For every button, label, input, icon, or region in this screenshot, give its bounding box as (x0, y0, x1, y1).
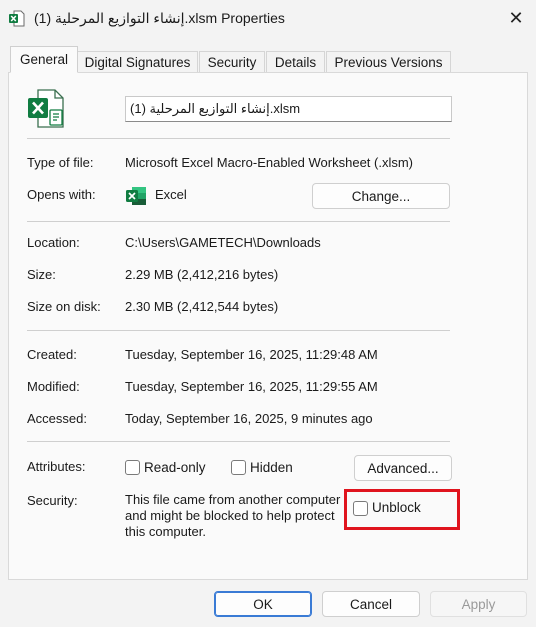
excel-app-icon (125, 186, 147, 206)
title-bar: إنشاء التوازيع المرحلية (1).xlsm Propert… (0, 0, 536, 38)
tab-general[interactable]: General (10, 46, 78, 73)
tab-details[interactable]: Details (266, 51, 325, 73)
tab-label: Previous Versions (334, 55, 443, 70)
opens-with-value: Excel (155, 187, 187, 202)
advanced-button[interactable]: Advanced... (354, 455, 452, 481)
size-on-disk-label: Size on disk: (27, 299, 101, 314)
tab-label: Details (274, 55, 317, 70)
size-value: 2.29 MB (2,412,216 bytes) (125, 267, 279, 282)
security-message-line: This file came from another computer (125, 492, 341, 507)
modified-label: Modified: (27, 379, 80, 394)
close-icon: ✕ (508, 7, 524, 28)
created-value: Tuesday, September 16, 2025, 11:29:48 AM (125, 347, 378, 362)
tab-security[interactable]: Security (199, 51, 265, 73)
tab-digital-signatures[interactable]: Digital Signatures (77, 51, 198, 73)
apply-button[interactable]: Apply (430, 591, 527, 617)
apply-button-label: Apply (461, 597, 496, 612)
tab-label: Security (207, 55, 257, 70)
divider (27, 441, 450, 442)
file-name-field[interactable]: إنشاء التوازيع المرحلية (1).xlsm (125, 96, 452, 122)
tab-label: Digital Signatures (84, 55, 191, 70)
cancel-button-label: Cancel (349, 597, 393, 612)
read-only-label[interactable]: Read-only (144, 460, 206, 475)
unblock-highlight (344, 489, 460, 530)
ok-button-label: OK (253, 597, 273, 612)
security-label: Security: (27, 493, 78, 508)
modified-value: Tuesday, September 16, 2025, 11:29:55 AM (125, 379, 378, 394)
accessed-value: Today, September 16, 2025, 9 minutes ago (125, 411, 373, 426)
security-message-line: and might be blocked to help protect (125, 508, 335, 523)
excel-file-icon (26, 88, 66, 130)
ok-button[interactable]: OK (214, 591, 312, 617)
close-button[interactable]: ✕ (496, 0, 536, 36)
type-of-file-value: Microsoft Excel Macro-Enabled Worksheet … (125, 155, 414, 170)
location-value: C:\Users\GAMETECH\Downloads (125, 235, 321, 250)
attributes-label: Attributes: (27, 459, 86, 474)
divider (27, 221, 450, 222)
size-label: Size: (27, 267, 56, 282)
change-button-label: Change... (351, 189, 411, 204)
opens-with-label: Opens with: (27, 187, 96, 202)
accessed-label: Accessed: (27, 411, 87, 426)
hidden-checkbox[interactable] (231, 460, 246, 475)
security-message: This file came from another computer and… (125, 492, 355, 540)
security-message-line: this computer. (125, 524, 206, 539)
read-only-checkbox[interactable] (125, 460, 140, 475)
advanced-button-label: Advanced... (367, 461, 439, 476)
cancel-button[interactable]: Cancel (322, 591, 420, 617)
type-of-file-label: Type of file: (27, 155, 94, 170)
excel-file-icon (8, 10, 26, 28)
hidden-label[interactable]: Hidden (250, 460, 293, 475)
tab-label: General (19, 52, 69, 67)
size-on-disk-value: 2.30 MB (2,412,544 bytes) (125, 299, 279, 314)
window-title: إنشاء التوازيع المرحلية (1).xlsm Propert… (34, 10, 285, 26)
created-label: Created: (27, 347, 77, 362)
divider (27, 330, 450, 331)
tab-previous-versions[interactable]: Previous Versions (326, 51, 451, 73)
location-label: Location: (27, 235, 80, 250)
change-button[interactable]: Change... (312, 183, 450, 209)
divider (27, 138, 450, 139)
